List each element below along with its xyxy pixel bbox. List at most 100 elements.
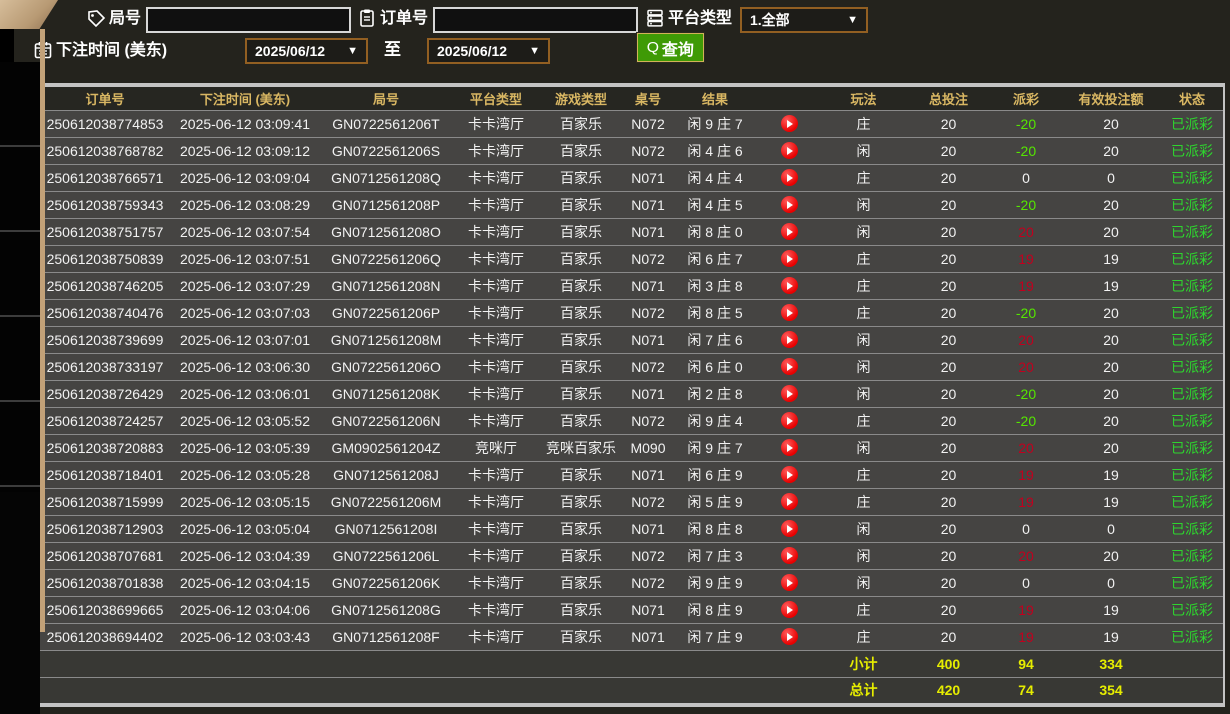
play-icon[interactable]: [780, 601, 798, 618]
cell-status: 已派彩: [1161, 487, 1224, 515]
total-row: 总计 420 74 354: [38, 676, 1224, 704]
cell-order-no: 250612038746205: [38, 271, 171, 299]
play-icon[interactable]: [780, 115, 798, 132]
cell-bet-time: 2025-06-12 03:04:39: [171, 541, 319, 569]
cell-total-bet: 20: [906, 325, 991, 353]
cell-game-type: 百家乐: [539, 541, 623, 569]
date-from-value: 2025/06/12: [255, 43, 326, 59]
cell-platform: 卡卡湾厅: [453, 514, 539, 542]
play-icon[interactable]: [780, 169, 798, 186]
cell-payout: 20: [991, 325, 1061, 353]
date-to-select[interactable]: 2025/06/12 ▼: [427, 38, 550, 64]
play-icon[interactable]: [780, 520, 798, 537]
play-icon[interactable]: [780, 493, 798, 510]
play-icon[interactable]: [780, 277, 798, 294]
order-no-input[interactable]: [433, 7, 638, 33]
cell-order-no: 250612038718401: [38, 460, 171, 488]
play-icon[interactable]: [780, 331, 798, 348]
cell-result: 闲 6 庄 0: [673, 352, 757, 380]
bet-records-table-container: 订单号 下注时间 (美东) 局号 平台类型 游戏类型 桌号 结果 玩法 总投注 …: [35, 83, 1225, 707]
platform-select[interactable]: 1.全部 ▼: [740, 7, 868, 33]
play-icon[interactable]: [780, 196, 798, 213]
cell-status: 已派彩: [1161, 433, 1224, 461]
cell-table-no: N072: [623, 541, 673, 569]
cell-status: 已派彩: [1161, 622, 1224, 650]
subtotal-total-bet: 400: [906, 649, 991, 677]
cell-status: 已派彩: [1161, 217, 1224, 245]
cell-status: 已派彩: [1161, 109, 1224, 137]
cell-replay: [757, 298, 821, 326]
header-result: 结果: [673, 86, 757, 110]
cell-order-no: 250612038699665: [38, 595, 171, 623]
cell-result: 闲 3 庄 8: [673, 271, 757, 299]
play-icon[interactable]: [780, 304, 798, 321]
play-icon[interactable]: [780, 250, 798, 267]
left-sidebar-strip-lower: [0, 492, 40, 714]
cell-table-no: N072: [623, 298, 673, 326]
play-icon[interactable]: [780, 466, 798, 483]
cell-game-type: 百家乐: [539, 460, 623, 488]
cell-game-no: GN0712561208F: [319, 622, 453, 650]
cell-game-no: GN0712561208N: [319, 271, 453, 299]
cell-play: 闲: [821, 514, 906, 542]
subtotal-valid-bet: 334: [1061, 649, 1161, 677]
cell-platform: 卡卡湾厅: [453, 487, 539, 515]
play-icon[interactable]: [780, 223, 798, 240]
table-row: 250612038718401 2025-06-12 03:05:28 GN07…: [38, 460, 1224, 488]
cell-table-no: N071: [623, 190, 673, 218]
cell-play: 庄: [821, 595, 906, 623]
play-icon[interactable]: [780, 358, 798, 375]
cell-game-type: 百家乐: [539, 271, 623, 299]
cell-result: 闲 6 庄 7: [673, 244, 757, 272]
cell-play: 庄: [821, 406, 906, 434]
play-icon[interactable]: [780, 574, 798, 591]
cell-replay: [757, 568, 821, 596]
cell-table-no: N071: [623, 325, 673, 353]
table-row: 250612038759343 2025-06-12 03:08:29 GN07…: [38, 190, 1224, 218]
table-row: 250612038720883 2025-06-12 03:05:39 GM09…: [38, 433, 1224, 461]
game-no-input[interactable]: [146, 7, 351, 33]
cell-payout: 20: [991, 433, 1061, 461]
cell-play: 庄: [821, 460, 906, 488]
cell-payout: -20: [991, 109, 1061, 137]
table-row: 250612038715999 2025-06-12 03:05:15 GN07…: [38, 487, 1224, 515]
cell-game-type: 竞咪百家乐: [539, 433, 623, 461]
cell-game-type: 百家乐: [539, 352, 623, 380]
play-icon[interactable]: [780, 439, 798, 456]
cell-game-no: GN0722561206T: [319, 109, 453, 137]
play-icon[interactable]: [780, 385, 798, 402]
cell-game-type: 百家乐: [539, 190, 623, 218]
cell-bet-time: 2025-06-12 03:05:39: [171, 433, 319, 461]
table-row: 250612038766571 2025-06-12 03:09:04 GN07…: [38, 163, 1224, 191]
search-button[interactable]: Q 查询: [636, 32, 705, 63]
cell-payout: -20: [991, 298, 1061, 326]
cell-table-no: N071: [623, 271, 673, 299]
cell-game-type: 百家乐: [539, 487, 623, 515]
header-total-bet: 总投注: [906, 86, 991, 110]
cell-bet-time: 2025-06-12 03:03:43: [171, 622, 319, 650]
play-icon[interactable]: [780, 412, 798, 429]
table-row: 250612038699665 2025-06-12 03:04:06 GN07…: [38, 595, 1224, 623]
table-header-row: 订单号 下注时间 (美东) 局号 平台类型 游戏类型 桌号 结果 玩法 总投注 …: [38, 86, 1224, 110]
game-no-label: 局号: [109, 10, 142, 27]
cell-play: 闲: [821, 541, 906, 569]
total-payout: 74: [991, 676, 1061, 704]
cell-payout: 20: [991, 541, 1061, 569]
cell-status: 已派彩: [1161, 514, 1224, 542]
cell-result: 闲 8 庄 5: [673, 298, 757, 326]
cell-result: 闲 8 庄 0: [673, 217, 757, 245]
cell-valid-bet: 20: [1061, 433, 1161, 461]
cell-result: 闲 9 庄 7: [673, 433, 757, 461]
cell-total-bet: 20: [906, 163, 991, 191]
cell-play: 闲: [821, 217, 906, 245]
cell-payout: -20: [991, 379, 1061, 407]
play-icon[interactable]: [780, 547, 798, 564]
header-game-type: 游戏类型: [539, 86, 623, 110]
play-icon[interactable]: [780, 142, 798, 159]
cell-game-no: GN0722561206S: [319, 136, 453, 164]
play-icon[interactable]: [780, 628, 798, 645]
cell-valid-bet: 19: [1061, 622, 1161, 650]
cell-game-type: 百家乐: [539, 406, 623, 434]
date-from-select[interactable]: 2025/06/12 ▼: [245, 38, 368, 64]
cell-game-type: 百家乐: [539, 163, 623, 191]
